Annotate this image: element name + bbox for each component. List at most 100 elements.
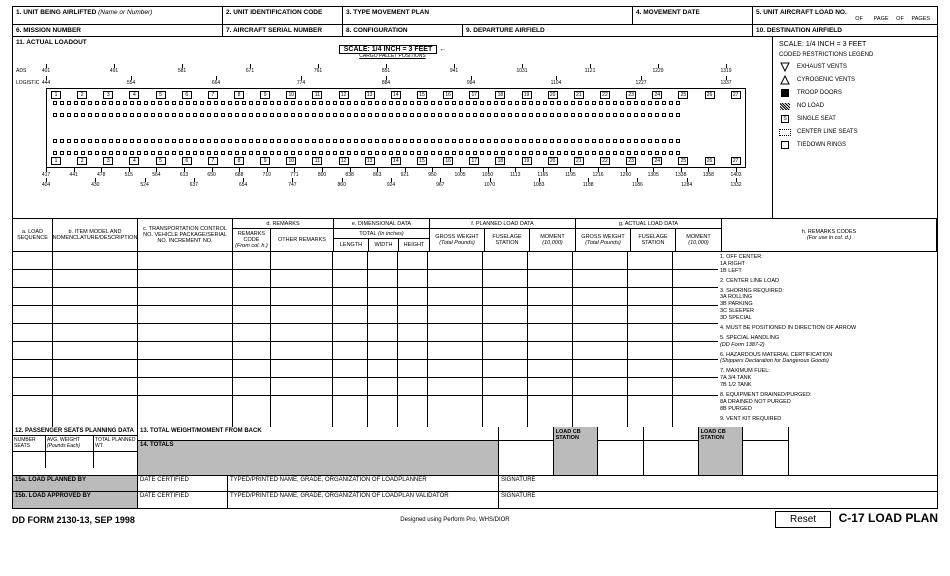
seats-tp-cell[interactable] [94, 452, 137, 468]
data-cell[interactable] [428, 324, 482, 342]
data-cell[interactable] [673, 342, 718, 360]
data-cell[interactable] [368, 342, 397, 360]
data-cell[interactable] [628, 342, 672, 360]
data-cell[interactable] [233, 378, 270, 396]
data-cell[interactable] [333, 288, 367, 306]
data-cell[interactable] [53, 288, 137, 306]
data-cell[interactable] [628, 378, 672, 396]
data-cell[interactable] [573, 252, 627, 270]
data-cell[interactable] [398, 342, 427, 360]
data-cell[interactable] [271, 270, 332, 288]
data-cell[interactable] [573, 378, 627, 396]
data-cell[interactable] [271, 252, 332, 270]
signature-a[interactable]: SIGNATURE [499, 476, 937, 491]
data-cell[interactable] [573, 306, 627, 324]
data-cell[interactable] [13, 360, 52, 378]
data-cell[interactable] [398, 288, 427, 306]
data-cell[interactable] [398, 306, 427, 324]
field-8[interactable]: 8. CONFIGURATION [343, 25, 463, 36]
data-cell[interactable] [628, 288, 672, 306]
data-cell[interactable] [628, 306, 672, 324]
data-cell[interactable] [483, 360, 527, 378]
data-cell[interactable] [333, 378, 367, 396]
data-cell[interactable] [271, 342, 332, 360]
data-cell[interactable] [528, 252, 572, 270]
data-cell[interactable] [138, 306, 232, 324]
data-cell[interactable] [628, 252, 672, 270]
seats-avg-cell[interactable] [46, 452, 94, 468]
data-cell[interactable] [528, 342, 572, 360]
data-cell[interactable] [138, 270, 232, 288]
data-cell[interactable] [368, 288, 397, 306]
field-2[interactable]: 2. UNIT IDENTIFICATION CODE [223, 7, 343, 24]
data-cell[interactable] [138, 342, 232, 360]
data-cell[interactable] [333, 360, 367, 378]
data-cell[interactable] [483, 342, 527, 360]
data-cell[interactable] [138, 252, 232, 270]
data-cell[interactable] [673, 270, 718, 288]
data-cell[interactable] [528, 378, 572, 396]
data-cell[interactable] [368, 360, 397, 378]
data-cell[interactable] [398, 324, 427, 342]
data-cell[interactable] [398, 360, 427, 378]
date-cert-a[interactable]: DATE CERTIFIED [138, 476, 228, 491]
data-cell[interactable] [428, 342, 482, 360]
data-cell[interactable] [673, 360, 718, 378]
data-cell[interactable] [398, 270, 427, 288]
typed-name-b[interactable]: TYPED/PRINTED NAME, GRADE, ORGANIZATION … [228, 492, 499, 508]
data-cell[interactable] [628, 324, 672, 342]
data-cell[interactable] [13, 324, 52, 342]
data-cell[interactable] [428, 360, 482, 378]
data-cell[interactable] [271, 324, 332, 342]
data-cell[interactable] [368, 378, 397, 396]
seats-data-row[interactable] [13, 452, 137, 468]
data-cell[interactable] [13, 342, 52, 360]
field-10[interactable]: 10. DESTINATION AIRFIELD [753, 25, 937, 36]
data-cell[interactable] [673, 252, 718, 270]
data-cell[interactable] [673, 378, 718, 396]
data-cell[interactable] [333, 252, 367, 270]
data-cell[interactable] [53, 324, 137, 342]
data-cell[interactable] [573, 342, 627, 360]
data-cell[interactable] [53, 270, 137, 288]
data-cell[interactable] [573, 324, 627, 342]
data-cell[interactable] [483, 306, 527, 324]
data-cell[interactable] [271, 378, 332, 396]
data-cell[interactable] [428, 288, 482, 306]
data-cell[interactable] [368, 306, 397, 324]
data-cell[interactable] [528, 270, 572, 288]
data-cell[interactable] [53, 342, 137, 360]
data-cell[interactable] [528, 360, 572, 378]
data-cell[interactable] [13, 270, 52, 288]
data-cell[interactable] [271, 360, 332, 378]
data-cell[interactable] [233, 288, 270, 306]
data-cell[interactable] [333, 324, 367, 342]
data-cell[interactable] [428, 252, 482, 270]
data-cell[interactable] [13, 378, 52, 396]
data-cell[interactable] [573, 270, 627, 288]
field-9[interactable]: 9. DEPARTURE AIRFIELD [463, 25, 753, 36]
data-cell[interactable] [233, 342, 270, 360]
data-cell[interactable] [483, 378, 527, 396]
data-cell[interactable] [428, 306, 482, 324]
signature-b[interactable]: SIGNATURE [499, 492, 937, 508]
data-cell[interactable] [233, 270, 270, 288]
data-cell[interactable] [673, 306, 718, 324]
field-6[interactable]: 6. MISSION NUMBER [13, 25, 223, 36]
data-cell[interactable] [673, 324, 718, 342]
data-cell[interactable] [13, 288, 52, 306]
field-7[interactable]: 7. AIRCRAFT SERIAL NUMBER [223, 25, 343, 36]
data-cell[interactable] [368, 252, 397, 270]
date-cert-b[interactable]: DATE CERTIFIED [138, 492, 228, 508]
data-cell[interactable] [271, 306, 332, 324]
data-cell[interactable] [138, 288, 232, 306]
data-cell[interactable] [53, 360, 137, 378]
field-5[interactable]: 5. UNIT AIRCRAFT LOAD NO. OF PAGE OF PAG… [753, 7, 937, 24]
data-cell[interactable] [138, 378, 232, 396]
data-cell[interactable] [333, 270, 367, 288]
data-cell[interactable] [53, 306, 137, 324]
data-cell[interactable] [53, 378, 137, 396]
data-cell[interactable] [138, 324, 232, 342]
data-cell[interactable] [138, 360, 232, 378]
field-4[interactable]: 4. MOVEMENT DATE [633, 7, 753, 24]
